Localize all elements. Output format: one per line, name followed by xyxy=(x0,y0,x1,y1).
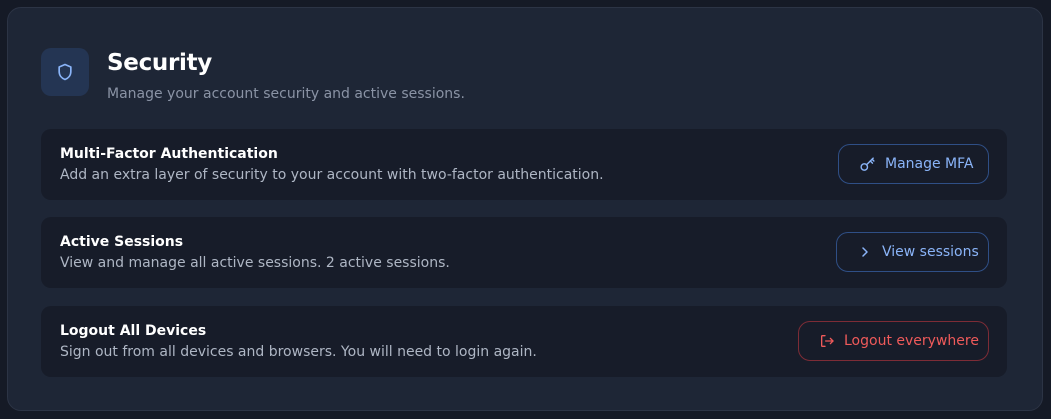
sessions-title: Active Sessions xyxy=(60,234,184,250)
logout-everywhere-button[interactable]: Logout everywhere xyxy=(798,321,989,361)
logout-everywhere-label: Logout everywhere xyxy=(844,333,979,349)
sessions-row: Active Sessions View and manage all acti… xyxy=(41,217,1007,288)
mfa-title: Multi-Factor Authentication xyxy=(60,146,278,162)
logout-title: Logout All Devices xyxy=(60,323,207,339)
manage-mfa-button[interactable]: Manage MFA xyxy=(838,144,989,184)
chevron-right-icon xyxy=(857,244,873,260)
security-card: Security Manage your account security an… xyxy=(7,7,1043,411)
logout-description: Sign out from all devices and browsers. … xyxy=(60,344,537,360)
mfa-row: Multi-Factor Authentication Add an extra… xyxy=(41,129,1007,200)
view-sessions-button[interactable]: View sessions xyxy=(836,232,989,272)
manage-mfa-label: Manage MFA xyxy=(885,156,974,172)
logout-row: Logout All Devices Sign out from all dev… xyxy=(41,306,1007,377)
view-sessions-label: View sessions xyxy=(882,244,979,260)
page-title: Security xyxy=(107,50,212,76)
security-header: Security Manage your account security an… xyxy=(41,48,465,102)
logout-icon xyxy=(819,333,835,349)
page-subtitle: Manage your account security and active … xyxy=(107,86,465,102)
shield-icon xyxy=(41,48,89,96)
mfa-description: Add an extra layer of security to your a… xyxy=(60,167,604,183)
key-icon xyxy=(859,156,876,173)
sessions-description: View and manage all active sessions. 2 a… xyxy=(60,255,450,271)
